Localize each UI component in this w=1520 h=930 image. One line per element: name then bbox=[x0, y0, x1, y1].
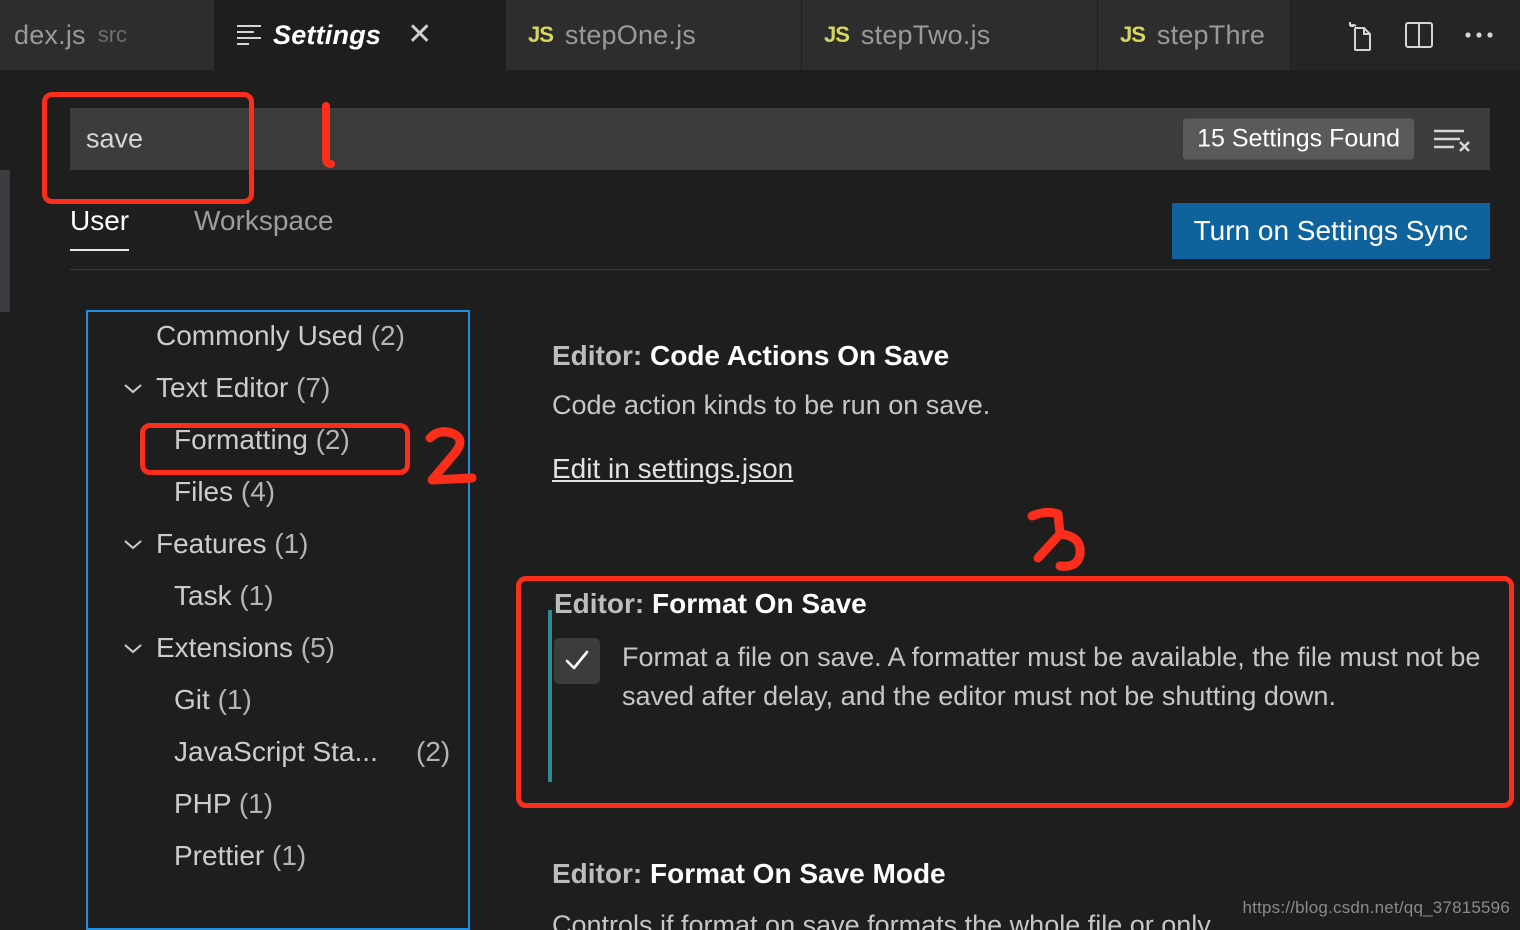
tab-settings[interactable]: Settings ✕ bbox=[215, 0, 506, 70]
tab-user[interactable]: User bbox=[70, 205, 130, 251]
chevron-down-icon[interactable] bbox=[120, 537, 146, 551]
tab-label: stepOne.js bbox=[564, 19, 696, 50]
tab-stepone-js[interactable]: JS stepOne.js bbox=[506, 0, 802, 70]
setting-title: Editor: Format On Save bbox=[554, 588, 1512, 620]
tab-steptwo-js[interactable]: JS stepTwo.js bbox=[802, 0, 1098, 70]
clear-filters-icon[interactable] bbox=[1430, 124, 1472, 154]
tree-item-prettier[interactable]: Prettier (1) bbox=[86, 830, 470, 882]
tree-item-features[interactable]: Features (1) bbox=[86, 518, 470, 570]
editor-actions bbox=[1320, 0, 1520, 70]
annotation-mark-3 bbox=[1027, 507, 1085, 571]
tree-item-label: Text Editor (7) bbox=[156, 372, 331, 403]
watermark-text: https://blog.csdn.net/qq_37815596 bbox=[1242, 898, 1510, 917]
edit-in-settings-json-link[interactable]: Edit in settings.json bbox=[552, 453, 793, 485]
settings-category-tree: Commonly Used (2) Text Editor (7) Format… bbox=[86, 310, 470, 882]
setting-editor-format-on-save[interactable]: Editor: Format On Save Format a file on … bbox=[532, 588, 1512, 782]
tree-item-label: Task (1) bbox=[174, 580, 274, 611]
js-file-icon: JS bbox=[1120, 22, 1146, 47]
setting-title-prefix: Editor: bbox=[552, 340, 650, 371]
format-on-save-checkbox[interactable] bbox=[554, 638, 600, 684]
results-count-badge: 15 Settings Found bbox=[1183, 118, 1414, 160]
tree-item-text-editor[interactable]: Text Editor (7) bbox=[86, 362, 470, 414]
editor-scrollbar-thumb[interactable] bbox=[0, 170, 10, 312]
tree-item-formatting[interactable]: Formatting (2) bbox=[86, 414, 470, 466]
setting-title-main: Format On Save bbox=[652, 588, 867, 619]
search-input-value: save bbox=[86, 123, 144, 154]
tab-label: dex.js bbox=[14, 19, 86, 50]
annotation-mark-2 bbox=[425, 427, 477, 485]
setting-title: Editor: Format On Save Mode bbox=[552, 858, 1492, 890]
tree-item-label: PHP (1) bbox=[174, 788, 274, 819]
js-file-icon: JS bbox=[528, 22, 554, 47]
more-actions-icon[interactable] bbox=[1462, 29, 1496, 41]
tree-item-task[interactable]: Task (1) bbox=[86, 570, 470, 622]
scope-tabs-divider bbox=[70, 269, 1490, 270]
tree-item-label: Commonly Used (2) bbox=[156, 320, 405, 351]
setting-title-main: Format On Save Mode bbox=[650, 858, 946, 889]
modified-setting-indicator bbox=[548, 610, 552, 782]
chevron-down-icon[interactable] bbox=[120, 381, 146, 395]
tab-workspace[interactable]: Workspace bbox=[194, 205, 334, 251]
tree-item-javascript-standard[interactable]: JavaScript Sta... (2) bbox=[86, 726, 470, 778]
tree-item-php[interactable]: PHP (1) bbox=[86, 778, 470, 830]
setting-title-main: Code Actions On Save bbox=[650, 340, 950, 371]
tab-stepthree-js[interactable]: JS stepThre bbox=[1098, 0, 1291, 70]
tab-dex-js[interactable]: dex.js src bbox=[0, 0, 215, 70]
tree-item-files[interactable]: Files (4) bbox=[86, 466, 470, 518]
setting-description: Format a file on save. A formatter must … bbox=[622, 642, 1481, 712]
settings-search-input[interactable]: save 15 Settings Found bbox=[70, 108, 1490, 170]
tree-item-label: Extensions (5) bbox=[156, 632, 335, 663]
chevron-down-icon[interactable] bbox=[120, 641, 146, 655]
annotation-mark-1 bbox=[322, 102, 335, 168]
setting-title-prefix: Editor: bbox=[552, 858, 650, 889]
tree-item-label: Prettier (1) bbox=[174, 840, 307, 871]
tree-item-label: Git (1) bbox=[174, 684, 252, 715]
tree-item-label: Features (1) bbox=[156, 528, 309, 559]
tree-item-label: Formatting (2) bbox=[174, 424, 350, 455]
tree-item-commonly-used[interactable]: Commonly Used (2) bbox=[86, 310, 470, 362]
setting-editor-format-on-save-mode[interactable]: Editor: Format On Save Mode Controls if … bbox=[552, 858, 1492, 930]
tree-item-git[interactable]: Git (1) bbox=[86, 674, 470, 726]
tab-folder-label: src bbox=[97, 22, 128, 47]
setting-editor-code-actions-on-save[interactable]: Editor: Code Actions On Save Code action… bbox=[552, 340, 1492, 485]
tree-item-count: (2) bbox=[416, 736, 451, 767]
open-changes-icon[interactable] bbox=[1344, 18, 1376, 52]
left-edge-strip bbox=[0, 70, 10, 930]
tab-label: stepTwo.js bbox=[860, 19, 991, 50]
setting-description: Code action kinds to be run on save. bbox=[552, 390, 991, 420]
setting-title-prefix: Editor: bbox=[554, 588, 652, 619]
editor-tab-bar: dex.js src Settings ✕ JS stepOne.js JS s… bbox=[0, 0, 1520, 70]
tab-label: stepThre bbox=[1156, 19, 1266, 50]
tree-item-extensions[interactable]: Extensions (5) bbox=[86, 622, 470, 674]
turn-on-settings-sync-button[interactable]: Turn on Settings Sync bbox=[1171, 203, 1490, 259]
split-editor-icon[interactable] bbox=[1402, 19, 1436, 51]
setting-title: Editor: Code Actions On Save bbox=[552, 340, 1492, 372]
vscode-settings-window: dex.js src Settings ✕ JS stepOne.js JS s… bbox=[0, 0, 1520, 930]
js-file-icon: JS bbox=[824, 22, 850, 47]
tab-label: Settings bbox=[273, 19, 382, 50]
tree-item-label: JavaScript Sta... bbox=[174, 736, 378, 767]
settings-gear-lines-icon bbox=[237, 25, 261, 45]
tree-item-label: Files (4) bbox=[174, 476, 276, 507]
close-icon[interactable]: ✕ bbox=[407, 20, 432, 50]
